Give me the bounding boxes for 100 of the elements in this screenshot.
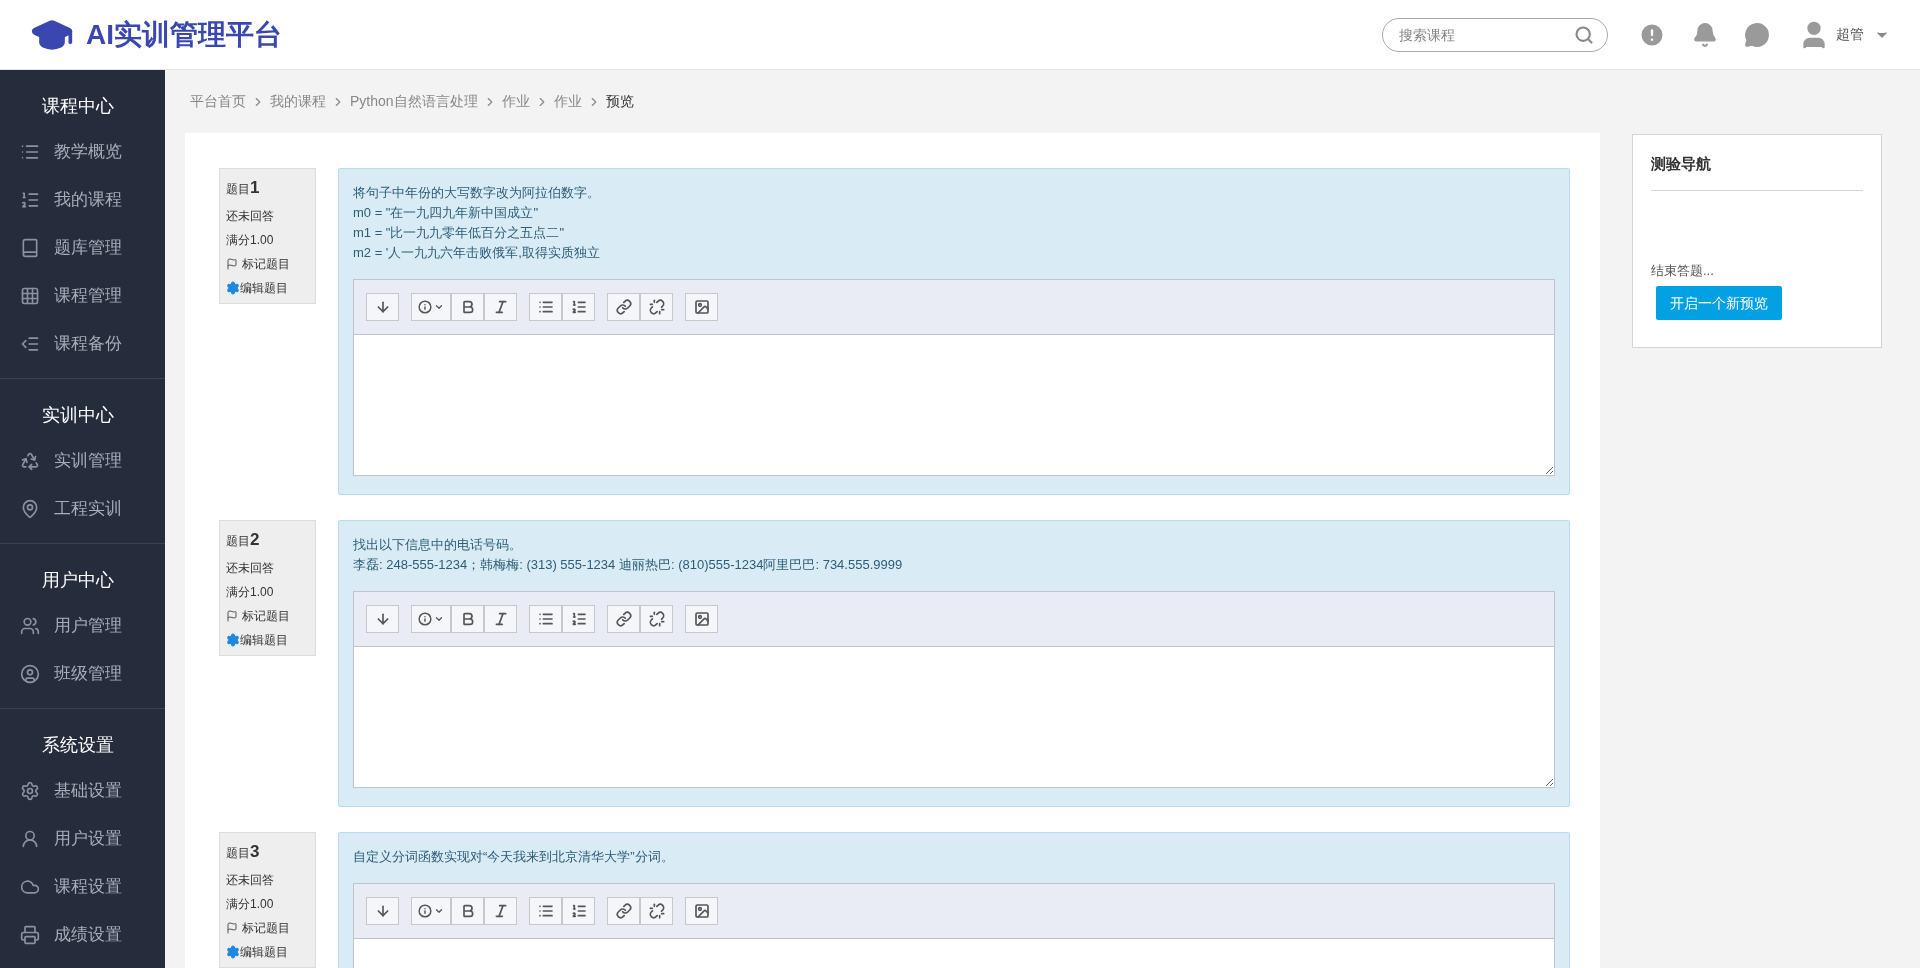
sidebar-item[interactable]: 用户管理 (54, 613, 122, 639)
score-text: 满分1.00 (226, 895, 275, 913)
bullet-list-icon (537, 611, 554, 627)
chat-icon[interactable] (1744, 21, 1770, 48)
finish-text: 结束答题... (1651, 261, 1715, 280)
numbered-list-button[interactable] (562, 293, 595, 321)
sidebar-item[interactable]: 成绩设置 (54, 922, 122, 948)
link-button[interactable] (607, 293, 640, 321)
breadcrumb-link[interactable]: Python自然语言处理 (350, 91, 478, 112)
search-field[interactable]: 搜索课程 (1382, 17, 1608, 52)
italic-button[interactable] (484, 897, 517, 925)
answer-field[interactable] (353, 334, 1555, 476)
link-button[interactable] (607, 897, 640, 925)
question-text: m2 = '人一九九六年击败俄军,取得实质独立 (353, 244, 601, 262)
answer-status: 还未回答 (226, 871, 275, 889)
sidebar-item[interactable]: 课程备份 (54, 331, 122, 357)
flag-question-link[interactable]: 标记题目 (242, 606, 290, 625)
score-text: 满分1.00 (226, 583, 275, 601)
unlink-icon (648, 299, 665, 315)
breadcrumb-link[interactable]: 作业 (553, 91, 582, 112)
unlink-button[interactable] (640, 897, 673, 925)
edit-question-link[interactable]: 编辑题目 (240, 630, 288, 649)
numbered-list-button[interactable] (562, 897, 595, 925)
info-icon (418, 612, 432, 626)
bold-button[interactable] (451, 605, 484, 633)
sidebar-item[interactable]: 基础设置 (54, 778, 122, 804)
arrow-down-button[interactable] (366, 897, 399, 925)
numbered-list-icon (570, 299, 587, 315)
bullet-list-icon (537, 903, 554, 919)
image-button[interactable] (685, 605, 718, 633)
edit-question-link[interactable]: 编辑题目 (240, 278, 288, 297)
sidebar-section-title: 课程中心 (41, 94, 115, 118)
sidebar-item[interactable]: 课程设置 (54, 874, 122, 900)
info-dropdown-button[interactable] (411, 605, 451, 633)
question-text: m0 = "在一九四九年新中国成立" (353, 204, 540, 222)
settings-icon (226, 632, 240, 647)
link-button[interactable] (607, 605, 640, 633)
user-name[interactable]: 超管 (1836, 24, 1864, 45)
flag-icon (226, 257, 238, 270)
user-icon (20, 829, 40, 849)
flag-question-link[interactable]: 标记题目 (242, 254, 290, 273)
image-button[interactable] (685, 293, 718, 321)
arrow-down-button[interactable] (366, 605, 399, 633)
score-text: 满分1.00 (226, 231, 275, 249)
unlink-button[interactable] (640, 605, 673, 633)
answer-status: 还未回答 (226, 559, 275, 577)
numbered-list-icon (570, 903, 587, 919)
numbered-list-icon (20, 190, 40, 210)
question-text: 自定义分词函数实现对“今天我来到北京清华大学”分词。 (353, 848, 675, 866)
settings-icon (226, 280, 240, 295)
info-icon (418, 300, 432, 314)
sidebar-item[interactable]: 班级管理 (54, 661, 122, 687)
bell-icon[interactable] (1692, 21, 1718, 48)
italic-button[interactable] (484, 293, 517, 321)
sidebar-item[interactable]: 我的课程 (54, 187, 122, 213)
search-icon[interactable] (1574, 24, 1594, 45)
sidebar-item[interactable]: 工程实训 (54, 496, 122, 522)
sidebar-item[interactable]: 课程管理 (54, 283, 122, 309)
recycle-icon (20, 451, 40, 471)
answer-status: 还未回答 (226, 207, 275, 225)
sidebar-section-title: 实训中心 (41, 403, 115, 427)
italic-button[interactable] (484, 605, 517, 633)
question-text: 找出以下信息中的电话号码。 (353, 536, 523, 554)
arrow-down-button[interactable] (366, 293, 399, 321)
link-icon (615, 299, 632, 315)
breadcrumb-link[interactable]: 我的课程 (270, 91, 326, 112)
flag-question-link[interactable]: 标记题目 (242, 918, 290, 937)
edit-question-link[interactable]: 编辑题目 (240, 942, 288, 961)
bold-button[interactable] (451, 897, 484, 925)
bold-button[interactable] (451, 293, 484, 321)
question-label: 题目 (226, 181, 250, 198)
answer-field[interactable] (353, 646, 1555, 788)
info-dropdown-button[interactable] (411, 897, 451, 925)
caret-icon (434, 906, 444, 916)
breadcrumb-link[interactable]: 平台首页 (190, 91, 246, 112)
question-text: 将句子中年份的大写数字改为阿拉伯数字。 (353, 184, 601, 202)
breadcrumb-current: 预览 (605, 92, 634, 111)
sidebar-item[interactable]: 用户设置 (54, 826, 122, 852)
link-icon (615, 903, 632, 919)
image-icon (693, 299, 710, 315)
user-circle-icon (20, 664, 40, 684)
numbered-list-button[interactable] (562, 605, 595, 633)
sidebar-item[interactable]: 实训管理 (54, 448, 122, 474)
question-label: 题目 (226, 534, 250, 550)
image-icon (693, 611, 710, 627)
sidebar-item[interactable]: 题库管理 (54, 235, 122, 261)
unlink-icon (648, 611, 665, 627)
bullet-list-button[interactable] (529, 897, 562, 925)
cloud-icon (20, 877, 40, 897)
users-icon (20, 616, 40, 636)
info-dropdown-button[interactable] (411, 293, 451, 321)
bullet-list-button[interactable] (529, 605, 562, 633)
printer-icon (20, 925, 40, 945)
bullet-list-button[interactable] (529, 293, 562, 321)
sidebar-section-title: 用户中心 (41, 568, 115, 592)
unlink-button[interactable] (640, 293, 673, 321)
sidebar-item[interactable]: 教学概览 (54, 139, 122, 165)
image-button[interactable] (685, 897, 718, 925)
caret-icon (434, 614, 444, 624)
breadcrumb-link[interactable]: 作业 (501, 91, 530, 112)
